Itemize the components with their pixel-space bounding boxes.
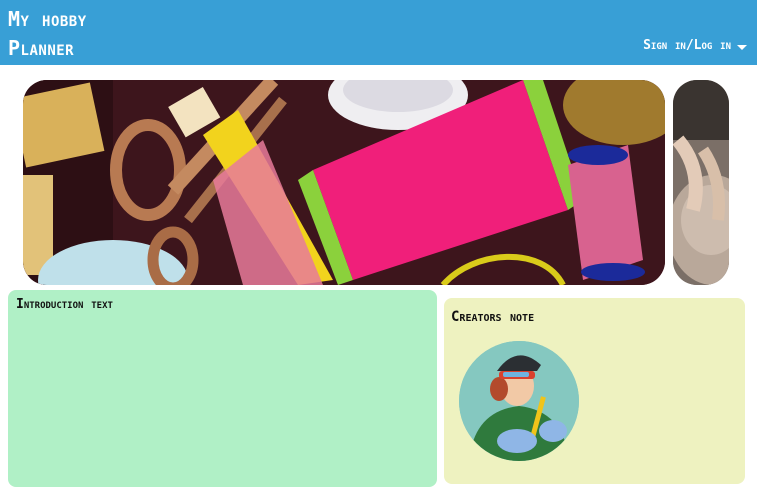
chevron-down-icon bbox=[737, 44, 747, 50]
app-title[interactable]: My hobby Planner bbox=[8, 5, 87, 63]
introduction-panel: Introduction text bbox=[8, 290, 437, 487]
pottery-image bbox=[673, 80, 729, 285]
creators-note-panel: Creators note bbox=[444, 298, 745, 484]
app-title-line2: Planner bbox=[8, 36, 75, 60]
sewing-supplies-image bbox=[23, 80, 665, 285]
introduction-title: Introduction text bbox=[16, 297, 113, 312]
creators-note-title: Creators note bbox=[451, 309, 535, 325]
app-header: My hobby Planner Sign in/Log in bbox=[0, 0, 757, 65]
creator-avatar bbox=[459, 341, 579, 461]
carousel-slide-sewing[interactable] bbox=[23, 80, 665, 285]
signin-menu-button[interactable]: Sign in/Log in bbox=[643, 38, 747, 53]
app-title-line1: My hobby bbox=[8, 7, 87, 31]
carousel-slide-pottery[interactable] bbox=[673, 80, 729, 285]
welder-illustration bbox=[459, 341, 579, 461]
signin-label: Sign in/Log in bbox=[643, 38, 731, 53]
